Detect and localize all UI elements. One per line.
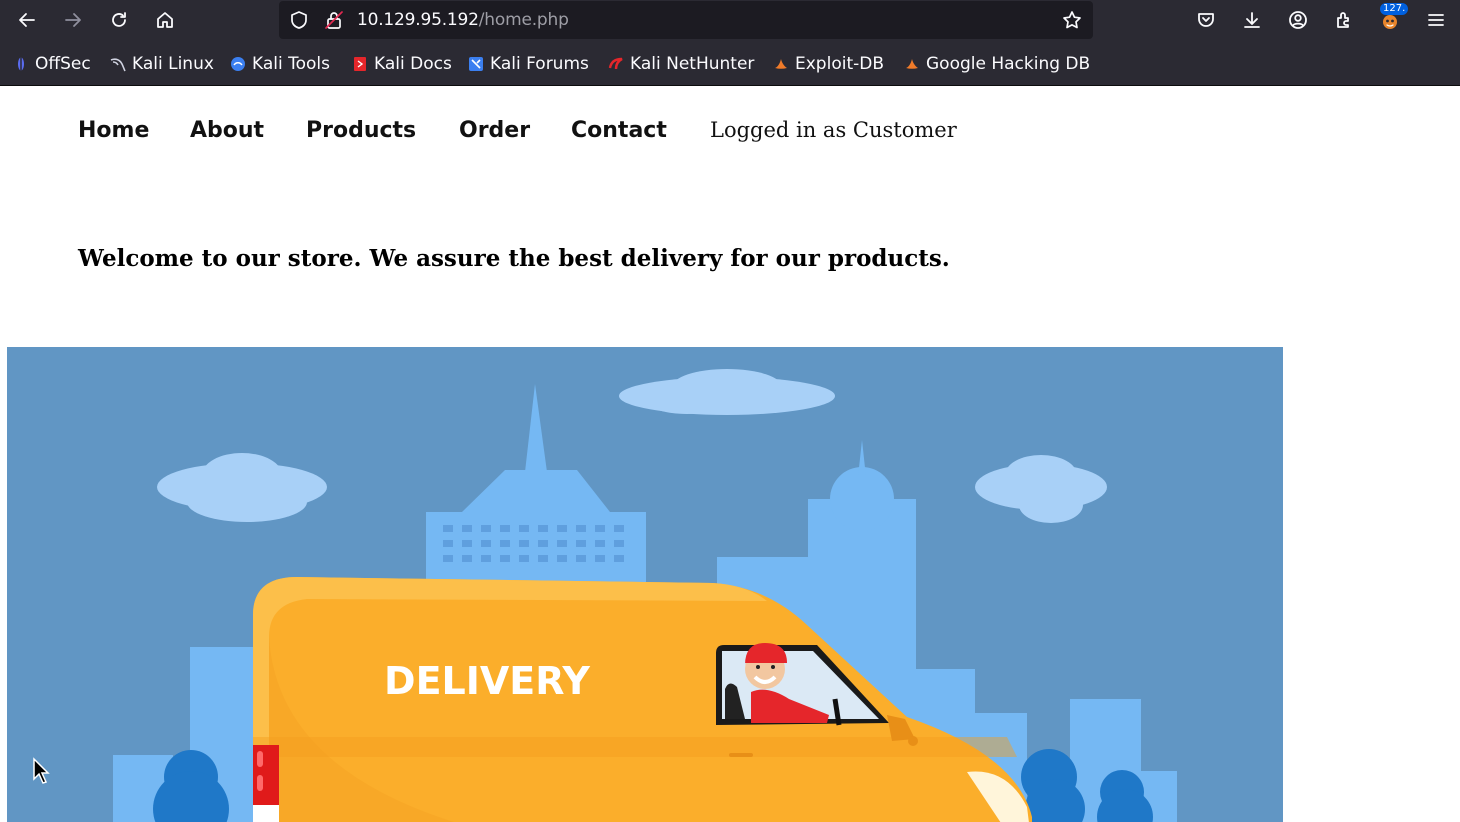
bookmark-kali-docs[interactable]: Kali Docs [352,53,452,75]
bookmark-label: Kali Tools [252,54,330,74]
pocket-icon [1198,13,1214,27]
bookmark-google-hacking-db[interactable]: Google Hacking DB [904,53,1090,75]
home-icon [157,12,173,28]
nav-home-link[interactable]: Home [78,118,149,143]
mouse-cursor-icon [33,757,50,784]
kali-forums-icon [469,57,483,71]
downloads-button[interactable] [1236,5,1268,35]
extensions-button[interactable] [1328,5,1360,35]
bookmark-label: Kali NetHunter [630,54,755,74]
bookmark-kali-forums[interactable]: Kali Forums [468,53,589,75]
bookmark-label: Kali Docs [374,54,452,74]
delivery-illustration: DELIVERY [113,369,1177,822]
van-delivery-text: DELIVERY [384,659,590,703]
kali-dragon-icon [110,58,126,72]
menu-icon [1428,14,1444,26]
bookmark-label: OffSec [35,54,91,74]
delivery-hero-image: DELIVERY [7,347,1283,822]
url-host: 10.129.95.192 [357,10,479,30]
home-button[interactable] [149,5,181,35]
back-button[interactable] [11,5,43,35]
bookmark-label: Kali Forums [490,54,589,74]
back-icon [19,13,35,27]
account-icon [1289,11,1307,29]
bookmark-kali-nethunter[interactable]: Kali NetHunter [608,53,754,75]
exploit-db-icon [775,59,787,69]
bookmark-label: Google Hacking DB [926,54,1091,74]
bookmarks-bar: OffSec Kali Linux Kali Tools Kali Docs K… [0,42,1460,86]
star-icon[interactable] [1062,10,1082,30]
google-hacking-db-icon [906,59,918,69]
kali-docs-icon [354,57,366,71]
lock-icon[interactable] [324,10,344,30]
shield-icon[interactable] [289,10,309,30]
url-path: /home.php [478,10,569,30]
page-content: Home About Products Order Contact Logged… [0,86,1460,822]
url-text[interactable]: 10.129.95.192/home.php [357,10,569,30]
browser-toolbar: 10.129.95.192/home.php 127. [0,0,1460,42]
download-icon [1244,12,1260,28]
bookmark-offsec[interactable]: OffSec [13,53,91,75]
bookmark-label: Kali Linux [132,54,214,74]
kali-nethunter-icon [608,57,623,70]
nav-order-link[interactable]: Order [459,118,530,143]
nav-contact-link[interactable]: Contact [571,118,667,143]
pocket-button[interactable] [1190,5,1222,35]
bookmark-kali-tools[interactable]: Kali Tools [230,53,330,75]
bookmark-label: Exploit-DB [795,54,884,74]
extensions-icon [1337,12,1349,28]
bookmark-kali-linux[interactable]: Kali Linux [110,53,214,75]
bookmark-exploit-db[interactable]: Exploit-DB [773,53,884,75]
nav-products-link[interactable]: Products [306,118,416,143]
reload-button[interactable] [103,5,135,35]
menu-button[interactable] [1420,5,1452,35]
kali-tools-icon [231,57,245,71]
extension-badge: 127. [1380,3,1409,15]
welcome-heading: Welcome to our store. We assure the best… [78,245,950,272]
nav-about-link[interactable]: About [190,118,264,143]
url-bar[interactable]: 10.129.95.192/home.php [279,1,1093,39]
clouds [157,369,1107,523]
offsec-icon [18,57,24,71]
forward-icon [65,13,81,27]
account-button[interactable] [1282,5,1314,35]
forward-button[interactable] [57,5,89,35]
login-status: Logged in as Customer [710,118,957,142]
reload-icon [112,12,126,27]
